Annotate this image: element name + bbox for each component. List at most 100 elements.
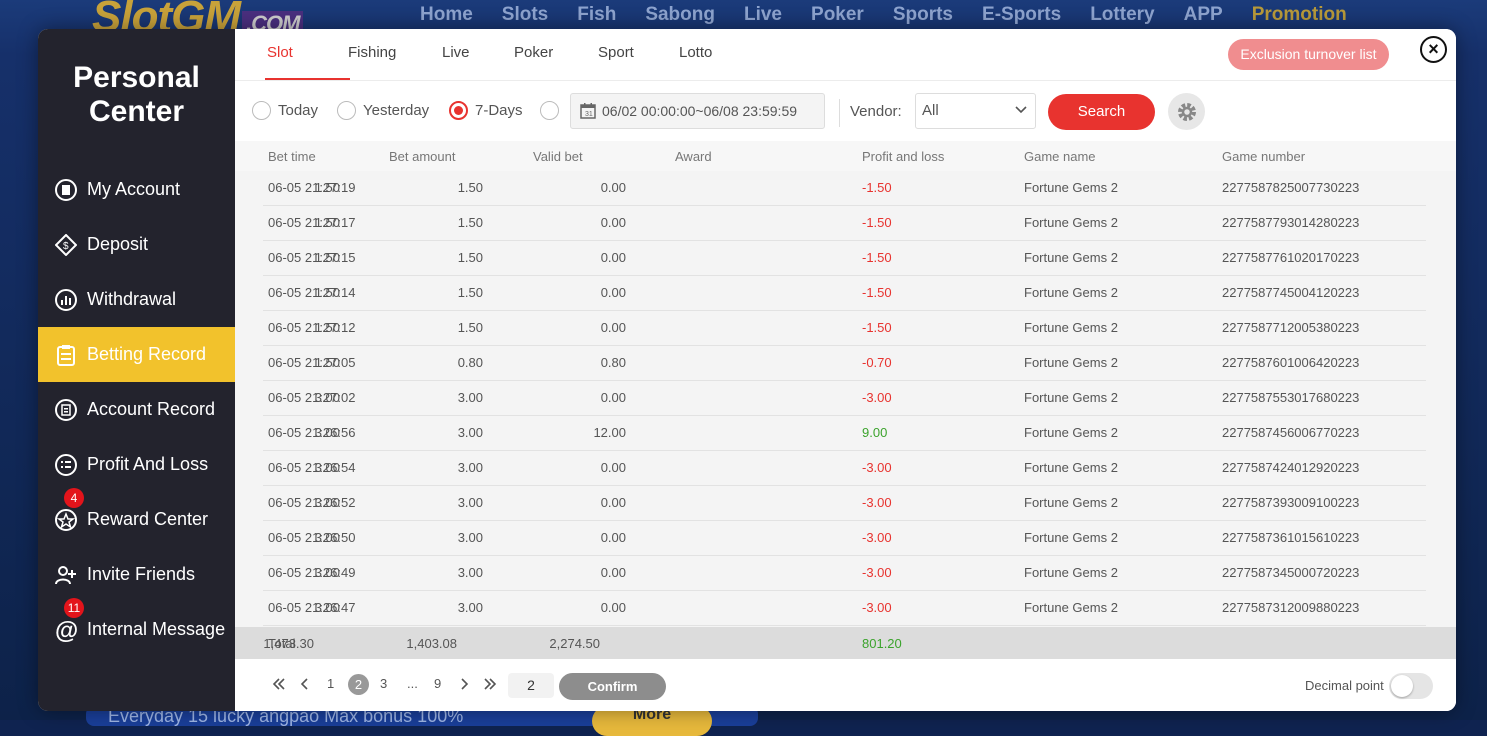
table-row: 06-05 21:26:47 3.00 3.00 0.00 -3.00 Fortune G… <box>263 591 1426 626</box>
nav-sabong[interactable]: Sabong <box>645 4 715 26</box>
vendor-select[interactable]: All <box>915 93 1036 129</box>
page-9[interactable]: 9 <box>434 676 441 691</box>
radio-button[interactable] <box>449 101 468 120</box>
close-icon[interactable]: × <box>1420 36 1447 63</box>
tab-poker[interactable]: Poker <box>514 29 598 80</box>
personal-center-modal: Personal Center My Account $ Deposit Wit… <box>38 29 1456 711</box>
radio-button[interactable] <box>252 101 271 120</box>
cell-award: 0.00 <box>600 320 626 335</box>
sidebar-item-internal-message[interactable]: @ Internal Message 11 <box>38 598 235 657</box>
svg-text:@: @ <box>55 618 77 642</box>
sidebar-item-label: Deposit <box>87 234 149 254</box>
tab-live[interactable]: Live <box>442 29 514 80</box>
nav-fish[interactable]: Fish <box>577 4 616 26</box>
goto-page-input[interactable]: 2 <box>508 673 554 698</box>
confirm-button[interactable]: Confirm <box>559 673 666 700</box>
tab-slot[interactable]: Slot <box>265 29 350 80</box>
nav-app[interactable]: APP <box>1184 4 1223 26</box>
nav-home[interactable]: Home <box>420 4 473 26</box>
message-icon: @ <box>55 618 77 642</box>
sidebar-item-betting-record[interactable]: Betting Record <box>38 327 235 382</box>
cell-profit-loss: -3.00 <box>862 565 892 580</box>
cell-game-name: Fortune Gems 2 <box>1024 495 1118 510</box>
search-button[interactable]: Search <box>1048 94 1155 130</box>
message-badge: 11 <box>64 598 84 618</box>
cell-bet-amount: 3.00 <box>314 460 340 475</box>
cell-profit-loss: -3.00 <box>862 600 892 615</box>
sidebar-item-label: Withdrawal <box>87 289 177 309</box>
cell-game-number: 2277587424012920223 <box>1222 460 1360 475</box>
cell-bet-amount: 3.00 <box>314 565 340 580</box>
cell-bet-time: 06-05 21:26:50 <box>268 530 356 545</box>
nav-lottery[interactable]: Lottery <box>1090 4 1154 26</box>
radio-today[interactable]: Today <box>252 101 318 120</box>
cell-game-number: 2277587312009880223 <box>1222 600 1360 615</box>
cell-game-number: 2277587601006420223 <box>1222 355 1360 370</box>
first-page-icon[interactable] <box>272 677 286 691</box>
chevron-down-icon <box>1015 106 1027 114</box>
cell-game-name: Fortune Gems 2 <box>1024 565 1118 580</box>
cell-game-name: Fortune Gems 2 <box>1024 460 1118 475</box>
sidebar-item-withdrawal[interactable]: Withdrawal <box>38 272 235 327</box>
page-3[interactable]: 3 <box>380 676 387 691</box>
calendar-icon: 31 <box>580 103 596 119</box>
sidebar-item-account-record[interactable]: Account Record <box>38 382 235 437</box>
sidebar-item-profit-and-loss[interactable]: Profit And Loss <box>38 437 235 492</box>
exclusion-turnover-button[interactable]: Exclusion turnover list <box>1228 39 1389 70</box>
table-row: 06-05 21:27:15 1.50 1.50 0.00 -1.50 Fortune G… <box>263 241 1426 276</box>
radio-yesterday[interactable]: Yesterday <box>337 101 429 120</box>
nav-poker[interactable]: Poker <box>811 4 864 26</box>
page-current[interactable]: 2 <box>348 674 369 695</box>
sidebar-item-my-account[interactable]: My Account <box>38 162 235 217</box>
cell-valid-bet: 3.00 <box>457 530 483 545</box>
sidebar-item-invite-friends[interactable]: Invite Friends <box>38 547 235 602</box>
cell-bet-amount: 3.00 <box>314 390 340 405</box>
table-row: 06-05 21:27:17 1.50 1.50 0.00 -1.50 Fortune G… <box>263 206 1426 241</box>
cell-profit-loss: 9.00 <box>862 425 888 440</box>
decimal-point-toggle[interactable] <box>1389 673 1433 699</box>
radio-button[interactable] <box>540 101 559 120</box>
sidebar-item-deposit[interactable]: $ Deposit <box>38 217 235 272</box>
tab-lotto[interactable]: Lotto <box>679 29 739 80</box>
date-range-picker[interactable]: 31 06/02 00:00:00~06/08 23:59:59 <box>570 93 825 129</box>
site-nav: Home Slots Fish Sabong Live Poker Sports… <box>420 4 1376 26</box>
sidebar-item-reward-center[interactable]: Reward Center 4 <box>38 488 235 547</box>
radio-custom-range[interactable] <box>540 101 566 120</box>
cell-award: 0.00 <box>600 600 626 615</box>
tab-fishing[interactable]: Fishing <box>348 29 442 80</box>
last-page-icon[interactable] <box>483 677 497 691</box>
radio-button[interactable] <box>337 101 356 120</box>
decimal-point-label: Decimal point <box>1305 678 1384 693</box>
total-bet-amount: 1,473.30 <box>263 636 314 651</box>
nav-esports[interactable]: E-Sports <box>982 4 1061 26</box>
settings-button[interactable] <box>1168 93 1205 130</box>
radio-seven-days[interactable]: 7-Days <box>449 101 523 120</box>
table-row: 06-05 21:26:50 3.00 3.00 0.00 -3.00 Fortune G… <box>263 521 1426 556</box>
tab-sport[interactable]: Sport <box>598 29 679 80</box>
cell-bet-time: 06-05 21:27:05 <box>268 355 356 370</box>
nav-promotion[interactable]: Promotion <box>1252 4 1347 26</box>
page-1[interactable]: 1 <box>327 676 334 691</box>
nav-slots[interactable]: Slots <box>502 4 548 26</box>
cell-bet-time: 06-05 21:27:14 <box>268 285 356 300</box>
cell-bet-amount: 1.50 <box>314 215 340 230</box>
cell-profit-loss: -3.00 <box>862 530 892 545</box>
header-bet-amount: Bet amount <box>389 149 456 164</box>
cell-game-number: 2277587361015610223 <box>1222 530 1360 545</box>
cell-bet-amount: 3.00 <box>314 600 340 615</box>
prev-page-icon[interactable] <box>298 677 312 691</box>
cell-bet-time: 06-05 21:26:54 <box>268 460 356 475</box>
table-row: 06-05 21:26:54 3.00 3.00 0.00 -3.00 Fortune G… <box>263 451 1426 486</box>
header-profit-loss: Profit and loss <box>862 149 945 164</box>
cell-bet-amount: 3.00 <box>314 425 340 440</box>
cell-profit-loss: -1.50 <box>862 250 892 265</box>
cell-bet-amount: 1.50 <box>314 320 340 335</box>
nav-sports[interactable]: Sports <box>893 4 953 26</box>
table-row: 06-05 21:27:02 3.00 3.00 0.00 -3.00 Fortune G… <box>263 381 1426 416</box>
sidebar-item-label: Betting Record <box>87 344 207 364</box>
page-ellipsis[interactable]: ... <box>407 676 418 691</box>
cell-award: 12.00 <box>593 425 626 440</box>
cell-game-number: 2277587456006770223 <box>1222 425 1360 440</box>
next-page-icon[interactable] <box>457 677 471 691</box>
nav-live[interactable]: Live <box>744 4 782 26</box>
